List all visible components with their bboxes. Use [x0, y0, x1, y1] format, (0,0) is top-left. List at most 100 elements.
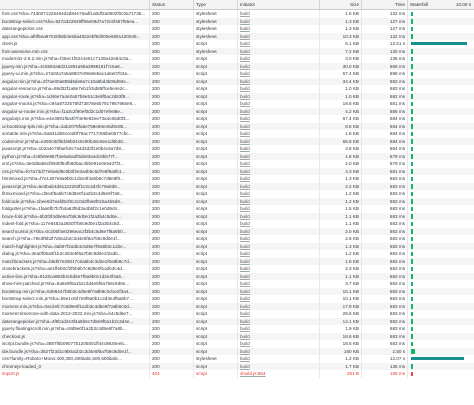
- table-row[interactable]: angularjs.min.js?sha=e4e3591f6a3f7f4e9e9…: [0, 115, 474, 123]
- table-row[interactable]: htmlmixed.js?sha=f7e1307e8a9b0c1d2e3f4a5…: [0, 175, 474, 183]
- request-initiator[interactable]: build: [238, 92, 320, 100]
- table-row[interactable]: client.js 200 script build 5.1 KB 12.51 s: [0, 40, 474, 48]
- request-initiator[interactable]: build: [238, 287, 320, 295]
- table-row[interactable]: closebrackets.js?sha=ae1ffeb0cf2f5b6b7c8…: [0, 265, 474, 273]
- request-initiator[interactable]: xhuild.js:654: [238, 370, 320, 378]
- table-row[interactable]: codemirror.js?sha=e290c82f8d36b04c8c90b4…: [0, 137, 474, 145]
- request-initiator[interactable]: build: [238, 85, 320, 93]
- table-row[interactable]: jquery.min.js?sha=4c5592a8d211891a69a399…: [0, 62, 474, 70]
- request-initiator[interactable]: build: [238, 302, 320, 310]
- table-row[interactable]: javascript.js?sha=1b2a4e79faefc9c7a4d2d3…: [0, 145, 474, 153]
- request-initiator[interactable]: build: [238, 220, 320, 228]
- request-initiator[interactable]: build: [238, 235, 320, 243]
- table-row[interactable]: ide.bundle.js?sha=3627f23d1c9b0a1b2c3d4e…: [0, 347, 474, 355]
- column-header-time[interactable]: Time: [362, 0, 408, 9]
- table-row[interactable]: search.js?sha=79e3f9b2f7d0a1b2c3d4e5f6a7…: [0, 235, 474, 243]
- table-row[interactable]: jquery.floatingscroll.min.js?sha=c8d9e0f…: [0, 325, 474, 333]
- request-initiator[interactable]: build: [238, 212, 320, 220]
- request-initiator[interactable]: build: [238, 70, 320, 78]
- table-row[interactable]: bootstrap.min.js?sha=5396447b5b3c4d5e6f7…: [0, 287, 474, 295]
- request-initiator[interactable]: build: [238, 272, 320, 280]
- request-initiator[interactable]: build: [238, 295, 320, 303]
- request-initiator[interactable]: build: [238, 137, 320, 145]
- request-initiator[interactable]: build: [238, 107, 320, 115]
- request-initiator[interactable]: build: [238, 257, 320, 265]
- table-row[interactable]: show-hint-patched.js?sha=5a8e9f0a1b2c3d4…: [0, 280, 474, 288]
- table-row[interactable]: checkout.js 200 script build 18.6 KB 683 ms: [0, 332, 474, 340]
- column-header-type[interactable]: Type: [194, 0, 238, 9]
- request-initiator[interactable]: build: [238, 40, 320, 48]
- table-row[interactable]: sortable.min.js?sha=5a831db6cced0f78ac77…: [0, 130, 474, 138]
- column-header-initiator[interactable]: Initiator: [238, 0, 320, 9]
- request-initiator[interactable]: build: [238, 347, 320, 355]
- table-row[interactable]: match-highlighter.js?sha=3ab97f2a3b4c5d6…: [0, 242, 474, 250]
- request-initiator[interactable]: build: [238, 55, 320, 63]
- request-initiator[interactable]: build: [238, 242, 320, 250]
- request-initiator[interactable]: build: [238, 100, 320, 108]
- table-row[interactable]: app.css?sha=af0f5ea97020b8b3e9da4622ebf9…: [0, 32, 474, 40]
- request-initiator[interactable]: build: [238, 280, 320, 288]
- request-initiator[interactable]: build: [238, 77, 320, 85]
- request-initiator[interactable]: build: [238, 130, 320, 138]
- request-initiator[interactable]: build: [238, 190, 320, 198]
- table-row[interactable]: css.js?sha=fe7a73d77e5a6d9c6b0f2e3a4b5c6…: [0, 167, 474, 175]
- table-row[interactable]: searchcursor.js?sha=0c205f4e0296eac2f3b4…: [0, 227, 474, 235]
- request-initiator[interactable]: build: [238, 62, 320, 70]
- table-row[interactable]: python.js?sha=2c8fe9e987f4e6a0a3f0de83a4…: [0, 152, 474, 160]
- table-row[interactable]: brace-fold.js?sha=6b3f2f4d5e6a7b8c9d0e1f…: [0, 212, 474, 220]
- request-initiator[interactable]: build: [238, 340, 320, 348]
- request-initiator[interactable]: build: [238, 265, 320, 273]
- table-row[interactable]: javascript.js?sha=6e3bab4d61122263f1c3c3…: [0, 182, 474, 190]
- request-initiator[interactable]: build: [238, 152, 320, 160]
- request-initiator[interactable]: build: [238, 205, 320, 213]
- table-row[interactable]: angular.min.js?sha=2f7ae00a809d6de8a7c10…: [0, 77, 474, 85]
- table-row[interactable]: angular-ui-router.min.js?sha=f1a3c2f90ef…: [0, 107, 474, 115]
- table-row[interactable]: import.js 404 script xhuild.js:654 261 B 155 …: [0, 370, 474, 378]
- table-row[interactable]: css?family=Roboto+Mono:400,300,400italic…: [0, 355, 474, 363]
- table-row[interactable]: chromejs-loaded_0 200 script build 1.7 KB 136…: [0, 362, 474, 370]
- request-initiator[interactable]: build: [238, 227, 320, 235]
- table-row[interactable]: bootstrap-select.min.js?sha=b5e1c6d7e8f9…: [0, 295, 474, 303]
- request-initiator[interactable]: build: [238, 310, 320, 318]
- table-row[interactable]: indent-fold.js?sha=117e8482a26b0f7b8c9d0…: [0, 220, 474, 228]
- table-row[interactable]: dialog.js?sha=3ea0f05a0f1b2c3d4e5f6a7b8c…: [0, 250, 474, 258]
- column-header-size[interactable]: Size: [320, 0, 362, 9]
- table-row[interactable]: font-awesome.min.css 200 stylesheet build 7.…: [0, 47, 474, 55]
- request-initiator[interactable]: build: [238, 10, 320, 18]
- request-initiator[interactable]: build: [238, 197, 320, 205]
- table-row[interactable]: moment-timezone-with-data-2012-2022.min.…: [0, 310, 474, 318]
- table-row[interactable]: modernizr-2.6.2.min.js?sha=f25ec1f8241e5…: [0, 55, 474, 63]
- request-initiator[interactable]: build: [238, 355, 320, 363]
- request-initiator[interactable]: build: [238, 332, 320, 340]
- request-initiator[interactable]: build: [238, 175, 320, 183]
- table-row[interactable]: ui-bootstrap-tpls.min.js?sha=2ab2079fa5e…: [0, 122, 474, 130]
- request-initiator[interactable]: build: [238, 167, 320, 175]
- request-initiator[interactable]: build: [238, 115, 320, 123]
- column-header-name[interactable]: [0, 0, 150, 9]
- table-row[interactable]: angular-resource.js?sha=69d32f1a8e7eb1fc…: [0, 85, 474, 93]
- table-row[interactable]: font.css?sha=7430071225464d2d84e76adf1a0…: [0, 10, 474, 18]
- request-initiator[interactable]: build: [238, 250, 320, 258]
- request-initiator[interactable]: build: [238, 325, 320, 333]
- request-initiator[interactable]: build: [238, 47, 320, 55]
- request-initiator[interactable]: build: [238, 160, 320, 168]
- request-initiator[interactable]: build: [238, 122, 320, 130]
- request-initiator[interactable]: build: [238, 25, 320, 33]
- table-row[interactable]: xml.js?sha=3e0d8ab6cf8930f84fb80bac4bb09…: [0, 160, 474, 168]
- request-initiator[interactable]: build: [238, 317, 320, 325]
- request-initiator[interactable]: build: [238, 32, 320, 40]
- table-row[interactable]: jquery-ui.min.js?sha=27a02a7a5a9507e09a9…: [0, 70, 474, 78]
- table-row[interactable]: bootstrap-select.css?sha=827a322849ff95e…: [0, 17, 474, 25]
- table-row[interactable]: matchbrackets.js?sha=b8d07e28017c6a5b4c3…: [0, 257, 474, 265]
- table-row[interactable]: angular-mocks.js?sha=c94a9722578fd73878e…: [0, 100, 474, 108]
- table-row[interactable]: fitmixmixed.js?sha=d3e4f5a6b7c8d9e0f1a2b…: [0, 190, 474, 198]
- column-header-waterfall[interactable]: Waterfall 10.00 s: [408, 0, 474, 9]
- request-initiator[interactable]: build: [238, 17, 320, 25]
- table-row[interactable]: daterangepicker.css 200 stylesheet build 1.3…: [0, 25, 474, 33]
- table-row[interactable]: active-line.js?sha=9120ca983b4c5d6e7f8a9…: [0, 272, 474, 280]
- request-initiator[interactable]: build: [238, 145, 320, 153]
- table-row[interactable]: iscript.bundle.js?sha=3887f6b09077512050…: [0, 340, 474, 348]
- request-initiator[interactable]: build: [238, 362, 320, 370]
- table-row[interactable]: foldcode.js?sha=1bee0d7eafd5cf6c2c0d2fbe…: [0, 197, 474, 205]
- column-header-status[interactable]: Status: [150, 0, 194, 9]
